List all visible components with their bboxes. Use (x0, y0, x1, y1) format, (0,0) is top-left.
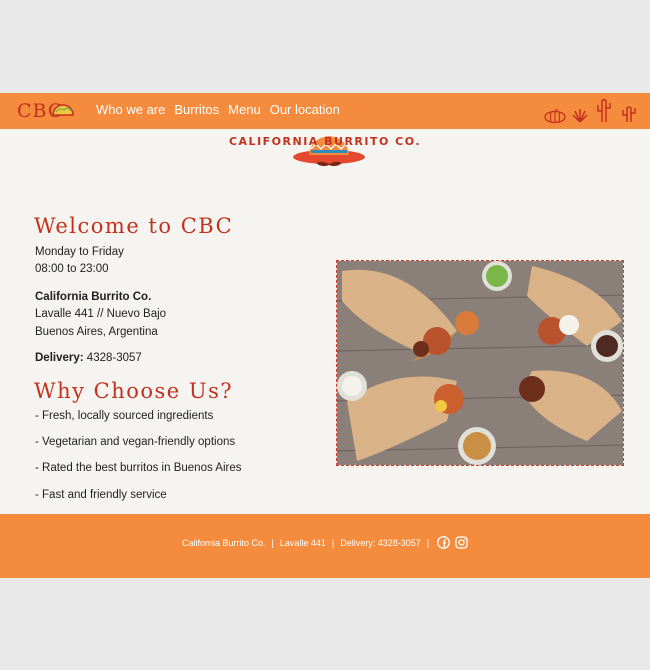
why-item: - Fast and friendly service (35, 489, 167, 501)
nav-our-location[interactable]: Our location (270, 102, 340, 117)
nav-burritos[interactable]: Burritos (174, 102, 219, 117)
hours-time: 08:00 to 23:00 (35, 263, 109, 275)
address-line-1: Lavalle 441 // Nuevo Bajo (35, 308, 167, 320)
cactus-small-icon (622, 106, 636, 122)
company-name: California Burrito Co. (35, 291, 152, 303)
delivery-info: Delivery: 4328-3057 (35, 349, 142, 367)
footer-company: California Burrito Co. (182, 537, 266, 548)
brand-name: CALIFORNIA BURRITO CO. (228, 135, 422, 148)
nav-menu[interactable]: Menu (228, 102, 261, 117)
why-item: - Fresh, locally sourced ingredients (35, 410, 214, 422)
hours-days: Monday to Friday (35, 246, 124, 258)
why-heading: Why Choose Us? (34, 379, 234, 403)
welcome-heading: Welcome to CBC (34, 214, 234, 238)
footer-delivery: Delivery: 4328-3057 (340, 537, 421, 548)
taco-logo-icon (52, 104, 74, 116)
delivery-phone[interactable]: 4328-3057 (87, 352, 142, 364)
footer-address: Lavalle 441 (279, 537, 326, 548)
nav-who-we-are[interactable]: Who we are (96, 102, 165, 117)
address-line-2: Buenos Aires, Argentina (35, 326, 158, 338)
burritos-photo-illustration (337, 261, 623, 465)
footer: California Burrito Co. | Lavalle 441 | D… (0, 514, 650, 578)
page: CBC Who we are Burritos Menu Our locatio… (0, 93, 650, 578)
social-links (437, 536, 468, 549)
footer-separator: | (426, 537, 430, 548)
facebook-icon[interactable] (437, 536, 451, 549)
cactus-icon (597, 98, 611, 122)
delivery-label: Delivery: (35, 352, 84, 364)
burritos-photo (336, 260, 624, 466)
why-item: - Rated the best burritos in Buenos Aire… (35, 462, 242, 474)
why-item: - Vegetarian and vegan-friendly options (35, 436, 236, 448)
footer-info: California Burrito Co. | Lavalle 441 | D… (182, 536, 468, 549)
footer-separator: | (271, 537, 274, 548)
navbar: CBC Who we are Burritos Menu Our locatio… (0, 93, 650, 129)
nav-links: Who we are Burritos Menu Our location (96, 102, 340, 117)
agave-icon (572, 109, 588, 123)
footer-separator: | (331, 537, 335, 548)
pumpkin-icon (544, 109, 566, 123)
instagram-icon[interactable] (455, 536, 468, 549)
nav-decor-icons (544, 97, 638, 123)
